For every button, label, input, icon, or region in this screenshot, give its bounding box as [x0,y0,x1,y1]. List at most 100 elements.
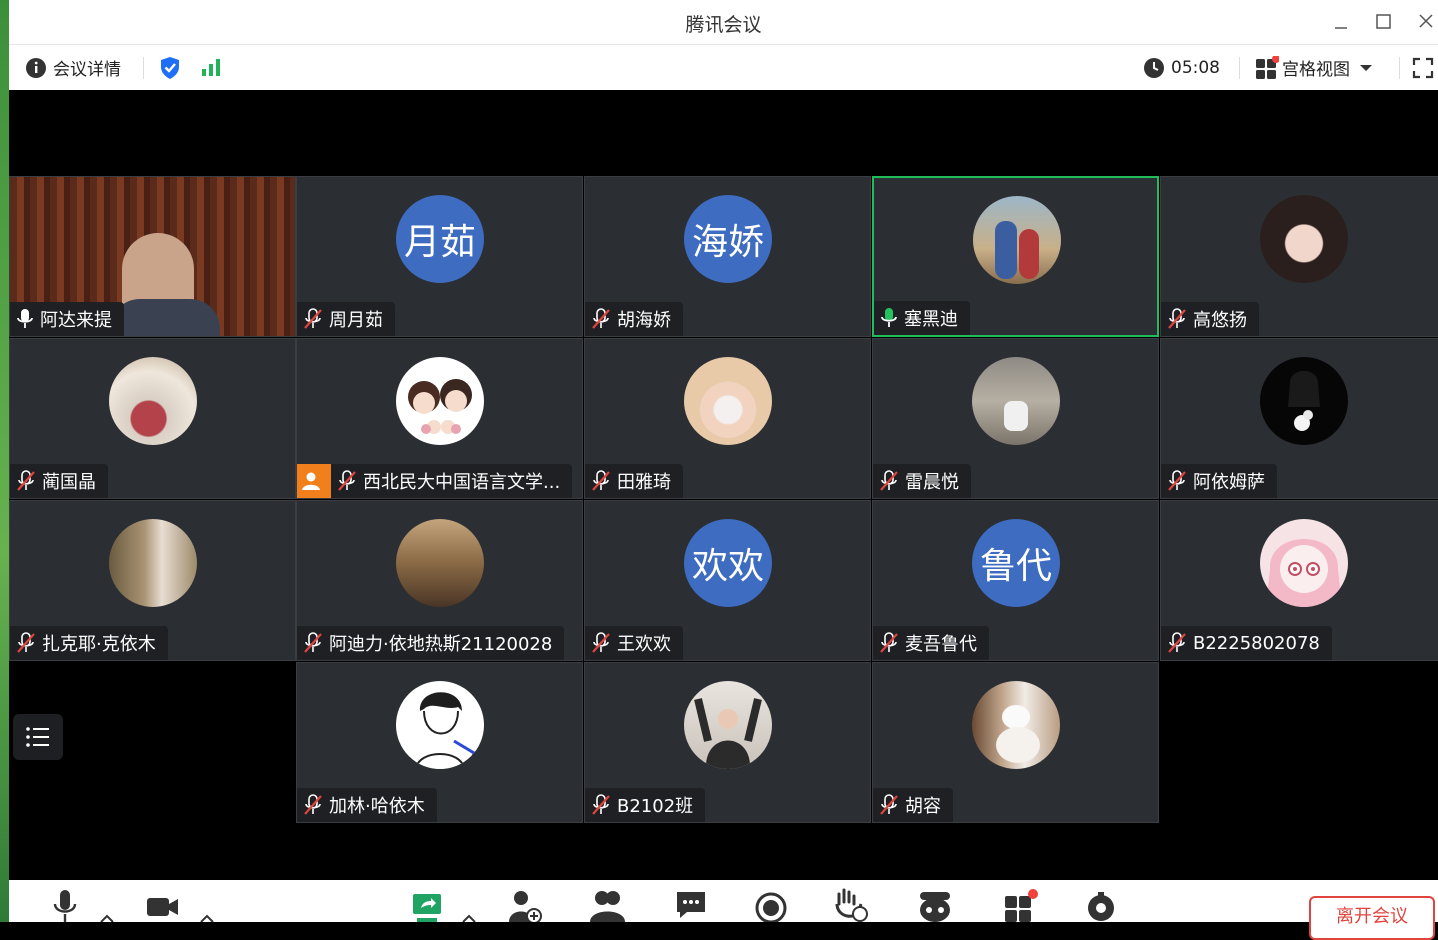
avatar [1260,195,1348,283]
desktop-background-strip [0,0,9,922]
manage-members-button[interactable] [587,888,627,922]
participant-name-tag: 阿依姆萨 [1161,464,1277,498]
participant-tile[interactable]: 西北民大中国语言文学... [296,338,583,499]
avatar: 海娇 [684,195,772,283]
apps-button[interactable] [1001,888,1041,922]
mic-muted-icon [17,632,35,653]
minimize-button[interactable] [1327,8,1355,34]
participant-name-tag: 阿达来提 [10,302,124,336]
participant-name-tag: 胡海娇 [585,302,683,336]
settings-button[interactable] [1081,888,1121,922]
participant-grid: 阿达来提 月茹 周月茹 海娇 胡海娇 塞黑迪 高悠扬 蔺国晶 西北民大中国语言文… [9,176,1438,826]
raise-hand-button[interactable] [831,888,871,922]
participant-tile[interactable]: B2225802078 [1160,500,1438,661]
mic-muted-icon [592,794,610,815]
video-options-button[interactable] [193,888,221,922]
avatar: 鲁代 [972,519,1060,607]
avatar [396,519,484,607]
participant-name: 田雅琦 [617,472,671,493]
participant-name-tag: 蔺国晶 [10,464,108,498]
participant-name: B2225802078 [1193,632,1320,654]
gear-icon [1088,892,1114,921]
mic-icon [17,309,33,328]
avatar [684,357,772,445]
participant-name: 胡容 [905,796,941,817]
mic-muted-icon [592,632,610,653]
participant-name-tag: 阿迪力·依地热斯21120028 [297,626,565,660]
security-shield-button[interactable] [159,45,181,90]
participant-name-tag: 王欢欢 [585,626,683,660]
participant-tile[interactable]: 高悠扬 [1160,176,1438,337]
title-bar: 腾讯会议 [9,0,1438,45]
participant-tile[interactable]: 扎克耶·克依木 [9,500,296,661]
share-screen-button[interactable] [407,888,447,922]
participant-tile[interactable]: 阿达来提 [9,176,296,337]
participant-tile[interactable]: 田雅琦 [584,338,871,499]
participant-tile[interactable]: 海娇 胡海娇 [584,176,871,337]
members-icon [590,891,625,922]
participant-tile-active-speaker[interactable]: 塞黑迪 [872,176,1159,337]
share-options-button[interactable] [455,888,483,922]
ai-assistant-button[interactable] [915,888,955,922]
mic-muted-icon [338,470,356,491]
meeting-control-bar [9,880,1438,922]
meeting-window: 腾讯会议 会议详情 05:08 宫格视图 阿达来提 月茹 周月茹 海娇 胡海娇 … [9,0,1438,940]
avatar [1260,357,1348,445]
participant-video-shoulders [110,299,220,336]
add-user-icon [509,891,542,922]
participant-tile[interactable]: 阿依姆萨 [1160,338,1438,499]
participant-name: 加林·哈依木 [329,796,425,817]
fullscreen-icon [1412,57,1434,78]
participant-name: 蔺国晶 [42,472,96,493]
participant-name: 阿迪力·依地热斯21120028 [329,634,553,655]
view-mode-dropdown[interactable]: 宫格视图 [1255,45,1376,90]
close-button[interactable] [1411,8,1438,34]
microphone-button[interactable] [45,888,85,922]
fullscreen-button[interactable] [1411,45,1435,90]
window-title: 腾讯会议 [685,14,762,36]
avatar: 月茹 [396,195,484,283]
avatar [972,681,1060,769]
participant-tile[interactable]: 加林·哈依木 [296,662,583,823]
mic-muted-icon [592,308,610,329]
participant-name: 阿达来提 [40,310,112,331]
mic-muted-icon [304,794,322,815]
avatar [109,519,197,607]
avatar [1260,519,1348,607]
mic-muted-icon [1168,308,1186,329]
member-list-toggle-button[interactable] [13,714,63,760]
network-signal-indicator[interactable] [200,45,222,90]
leave-meeting-button[interactable]: 离开会议 [1309,896,1435,940]
microphone-options-button[interactable] [93,888,121,922]
participant-tile[interactable]: 月茹 周月茹 [296,176,583,337]
mic-muted-icon [1168,470,1186,491]
avatar [972,357,1060,445]
microphone-icon [53,890,77,922]
participant-name-tag: 扎克耶·克依木 [10,626,168,660]
participant-tile[interactable]: 欢欢 王欢欢 [584,500,871,661]
record-button[interactable] [751,888,791,922]
participant-name: 雷晨悦 [905,472,959,493]
participant-tile[interactable]: B2102班 [584,662,871,823]
avatar [973,196,1061,284]
video-button[interactable] [143,888,183,922]
maximize-button[interactable] [1369,8,1397,34]
participant-name: 胡海娇 [617,310,671,331]
chat-button[interactable] [671,888,711,922]
view-mode-label: 宫格视图 [1282,60,1350,80]
divider [1239,57,1240,79]
mic-muted-icon [304,308,322,329]
participant-tile[interactable]: 胡容 [872,662,1159,823]
participant-name: 麦吾鲁代 [905,634,977,655]
divider [143,57,144,79]
participant-tile[interactable]: 蔺国晶 [9,338,296,499]
participant-tile[interactable]: 鲁代 麦吾鲁代 [872,500,1159,661]
participant-name-tag: 田雅琦 [585,464,683,498]
mic-muted-icon [880,470,898,491]
invite-button[interactable] [505,888,545,922]
meeting-details-button[interactable]: 会议详情 [25,45,121,90]
participant-tile[interactable]: 雷晨悦 [872,338,1159,499]
participant-name-tag: 塞黑迪 [874,301,970,335]
participant-tile[interactable]: 阿迪力·依地热斯21120028 [296,500,583,661]
avatar [396,357,484,445]
